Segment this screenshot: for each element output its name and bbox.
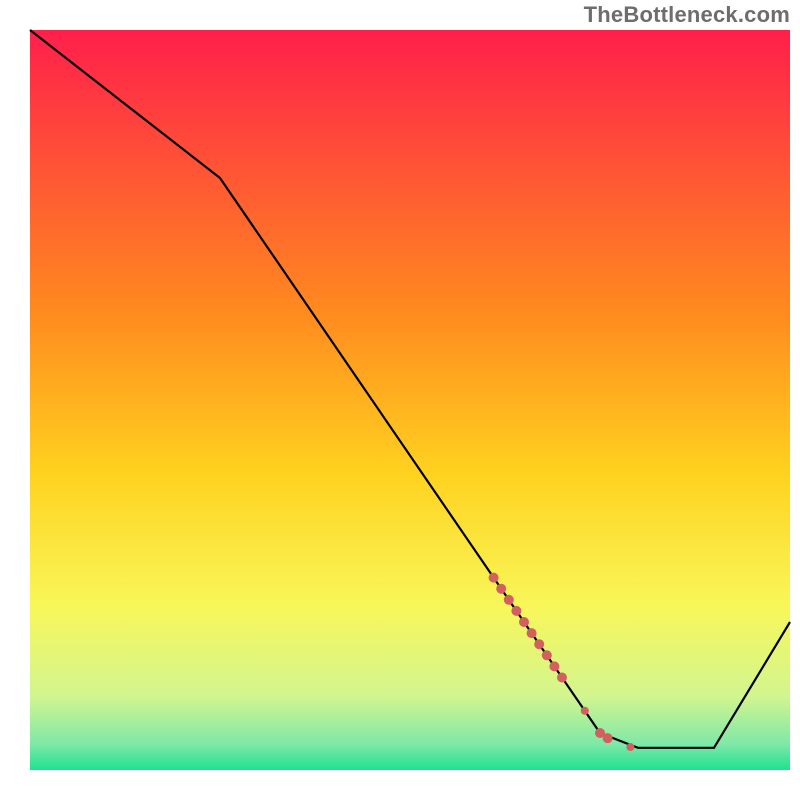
data-marker xyxy=(549,661,559,671)
plot-background xyxy=(30,30,790,770)
data-marker xyxy=(626,743,634,751)
data-marker xyxy=(504,595,514,605)
data-marker xyxy=(527,628,537,638)
data-marker xyxy=(496,584,506,594)
data-marker xyxy=(519,617,529,627)
data-marker xyxy=(557,673,567,683)
data-marker xyxy=(542,650,552,660)
watermark-text: TheBottleneck.com xyxy=(584,2,790,28)
data-marker xyxy=(511,606,521,616)
data-marker xyxy=(489,573,499,583)
chart-container: TheBottleneck.com xyxy=(0,0,800,800)
data-marker xyxy=(603,733,613,743)
data-marker xyxy=(581,707,589,715)
bottleneck-chart xyxy=(0,0,800,800)
data-marker xyxy=(534,639,544,649)
